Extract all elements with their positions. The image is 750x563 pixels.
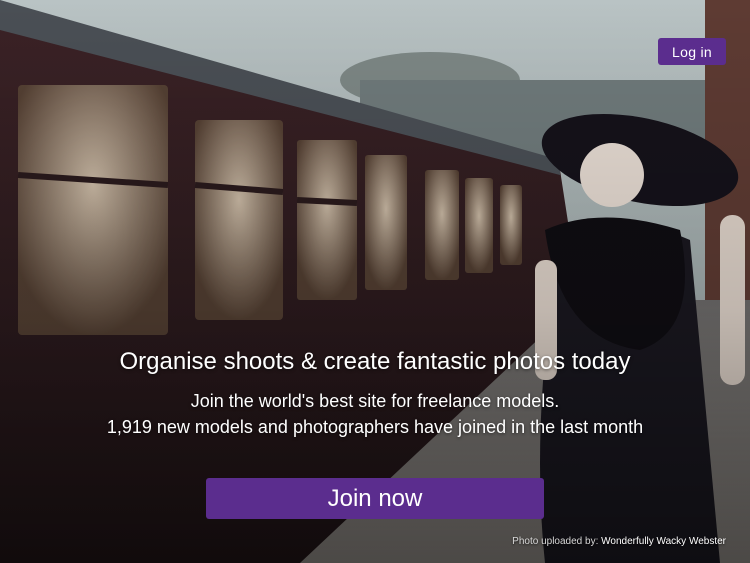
photo-credit-author[interactable]: Wonderfully Wacky Webster (601, 536, 726, 547)
hero-subline-2: 1,919 new models and photographers have … (106, 417, 644, 437)
join-now-button[interactable]: Join now (206, 478, 544, 519)
hero-subline-1: Join the world's best site for freelance… (190, 391, 560, 411)
login-button[interactable]: Log in (658, 38, 726, 65)
photo-credit: Photo uploaded by: Wonderfully Wacky Web… (512, 536, 726, 547)
photo-credit-prefix: Photo uploaded by: (512, 536, 599, 547)
hero-headline: Organise shoots & create fantastic photo… (119, 348, 631, 375)
